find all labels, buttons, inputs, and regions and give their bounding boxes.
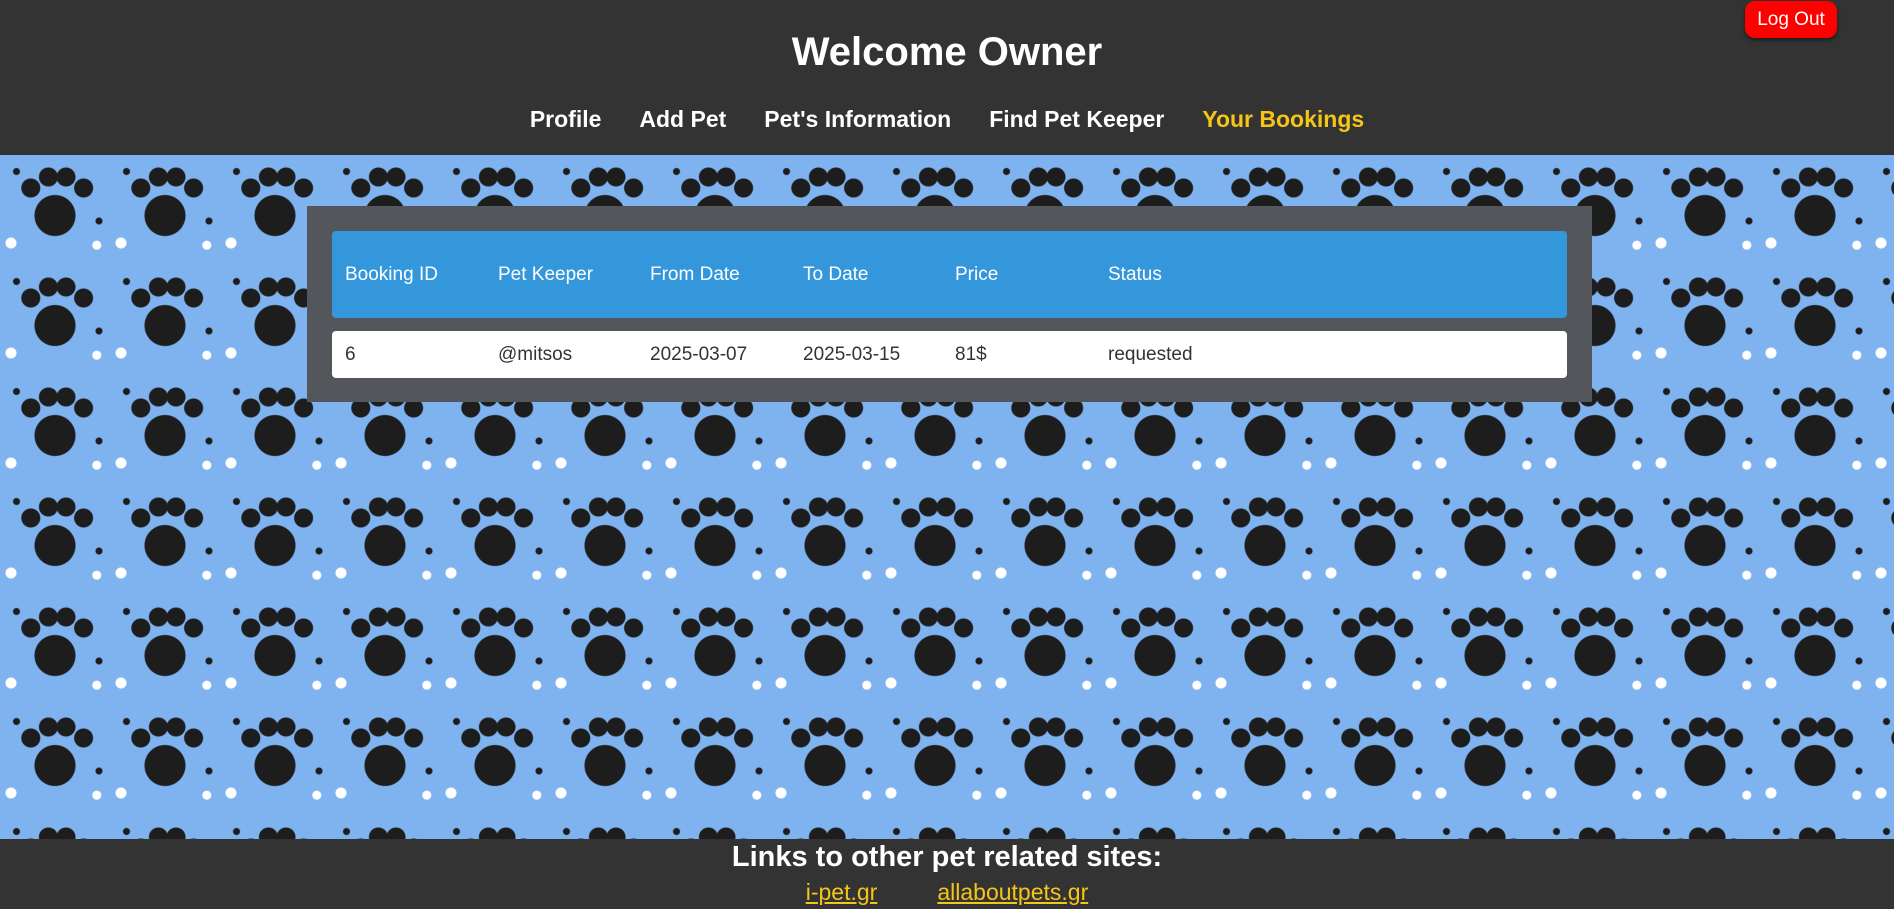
column-header-to-date: To Date	[803, 264, 869, 285]
column-header-pet-keeper: Pet Keeper	[498, 264, 594, 285]
nav-find-pet-keeper[interactable]: Find Pet Keeper	[989, 106, 1164, 133]
cell-pet-keeper: @mitsos	[498, 344, 573, 365]
main-nav: Profile Add Pet Pet's Information Find P…	[0, 106, 1894, 133]
nav-profile[interactable]: Profile	[530, 106, 602, 133]
footer-links: i-pet.gr allaboutpets.gr	[0, 879, 1894, 906]
page-title: Welcome Owner	[791, 30, 1103, 74]
footer-title: Links to other pet related sites:	[731, 841, 1163, 873]
nav-add-pet[interactable]: Add Pet	[639, 106, 726, 133]
cell-status: requested	[1108, 344, 1193, 365]
footer-link-i-pet[interactable]: i-pet.gr	[806, 879, 878, 906]
footer-link-allaboutpets[interactable]: allaboutpets.gr	[937, 879, 1088, 906]
cell-booking-id: 6	[345, 344, 356, 365]
column-header-from-date: From Date	[650, 264, 740, 285]
column-header-status: Status	[1108, 264, 1162, 285]
logout-button[interactable]: Log Out	[1745, 1, 1837, 38]
top-header: Welcome Owner Log Out Profile Add Pet Pe…	[0, 0, 1894, 155]
cell-to-date: 2025-03-15	[803, 344, 901, 365]
column-header-price: Price	[955, 264, 999, 285]
nav-pets-information[interactable]: Pet's Information	[764, 106, 951, 133]
cell-from-date: 2025-03-07	[650, 344, 748, 365]
footer: Links to other pet related sites: i-pet.…	[0, 839, 1894, 909]
table-row: 6 @mitsos 2025-03-07 2025-03-15 81$ requ…	[332, 331, 1567, 378]
nav-your-bookings[interactable]: Your Bookings	[1202, 106, 1364, 133]
column-header-booking-id: Booking ID	[345, 264, 438, 285]
bookings-table-header: Booking ID Pet Keeper From Date To Date …	[332, 231, 1567, 318]
cell-price: 81$	[955, 344, 987, 365]
